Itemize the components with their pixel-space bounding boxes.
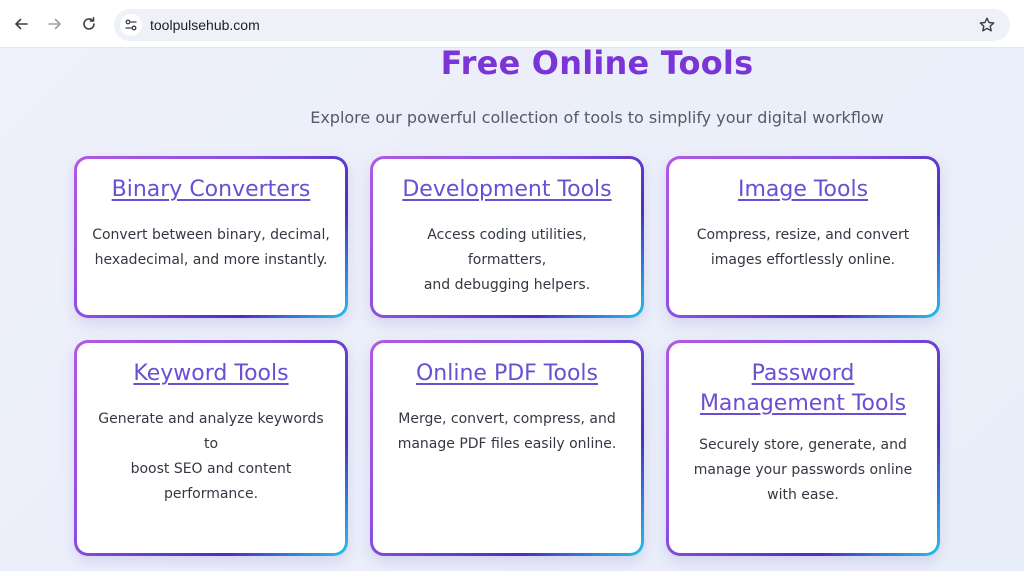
card-keyword-tools: Keyword Tools Generate and analyze keywo…: [74, 340, 348, 556]
card-description: Compress, resize, and convert images eff…: [696, 227, 910, 268]
address-bar[interactable]: toolpulsehub.com: [114, 9, 1010, 41]
star-icon: [979, 17, 995, 32]
url-text[interactable]: toolpulsehub.com: [150, 17, 260, 33]
tune-icon: [125, 19, 137, 31]
bookmark-button[interactable]: [978, 16, 996, 34]
card-description: Generate and analyze keywords to boost S…: [98, 411, 324, 502]
card-image-tools: Image Tools Compress, resize, and conver…: [666, 156, 940, 318]
card-description: Access coding utilities, formatters, and…: [423, 227, 591, 293]
card-online-pdf-tools: Online PDF Tools Merge, convert, compres…: [370, 340, 644, 556]
browser-toolbar: toolpulsehub.com: [0, 0, 1024, 48]
card-title-link[interactable]: Binary Converters: [112, 175, 311, 205]
arrow-left-icon: [15, 18, 28, 29]
reload-icon: [83, 16, 95, 30]
card-description: Convert between binary, decimal, hexadec…: [92, 227, 330, 268]
card-title-link[interactable]: Image Tools: [738, 175, 868, 205]
back-button[interactable]: [7, 10, 35, 38]
forward-button[interactable]: [41, 10, 69, 38]
card-title-link[interactable]: Development Tools: [402, 175, 611, 205]
page-title: Free Online Tools: [440, 44, 754, 82]
card-title-link[interactable]: Online PDF Tools: [416, 359, 598, 389]
page-subtitle: Explore our powerful collection of tools…: [310, 108, 884, 127]
card-title-link[interactable]: Keyword Tools: [133, 359, 288, 389]
card-description: Securely store, generate, and manage you…: [693, 437, 913, 503]
card-description: Merge, convert, compress, and manage PDF…: [397, 411, 617, 452]
card-password-management-tools: Password Management Tools Securely store…: [666, 340, 940, 556]
card-development-tools: Development Tools Access coding utilitie…: [370, 156, 644, 318]
arrow-right-icon: [48, 18, 61, 29]
site-info-button[interactable]: [120, 14, 142, 36]
card-binary-converters: Binary Converters Convert between binary…: [74, 156, 348, 318]
reload-button[interactable]: [75, 10, 103, 38]
tools-grid: Binary Converters Convert between binary…: [74, 156, 942, 556]
card-title-link[interactable]: Password Management Tools: [700, 359, 906, 419]
